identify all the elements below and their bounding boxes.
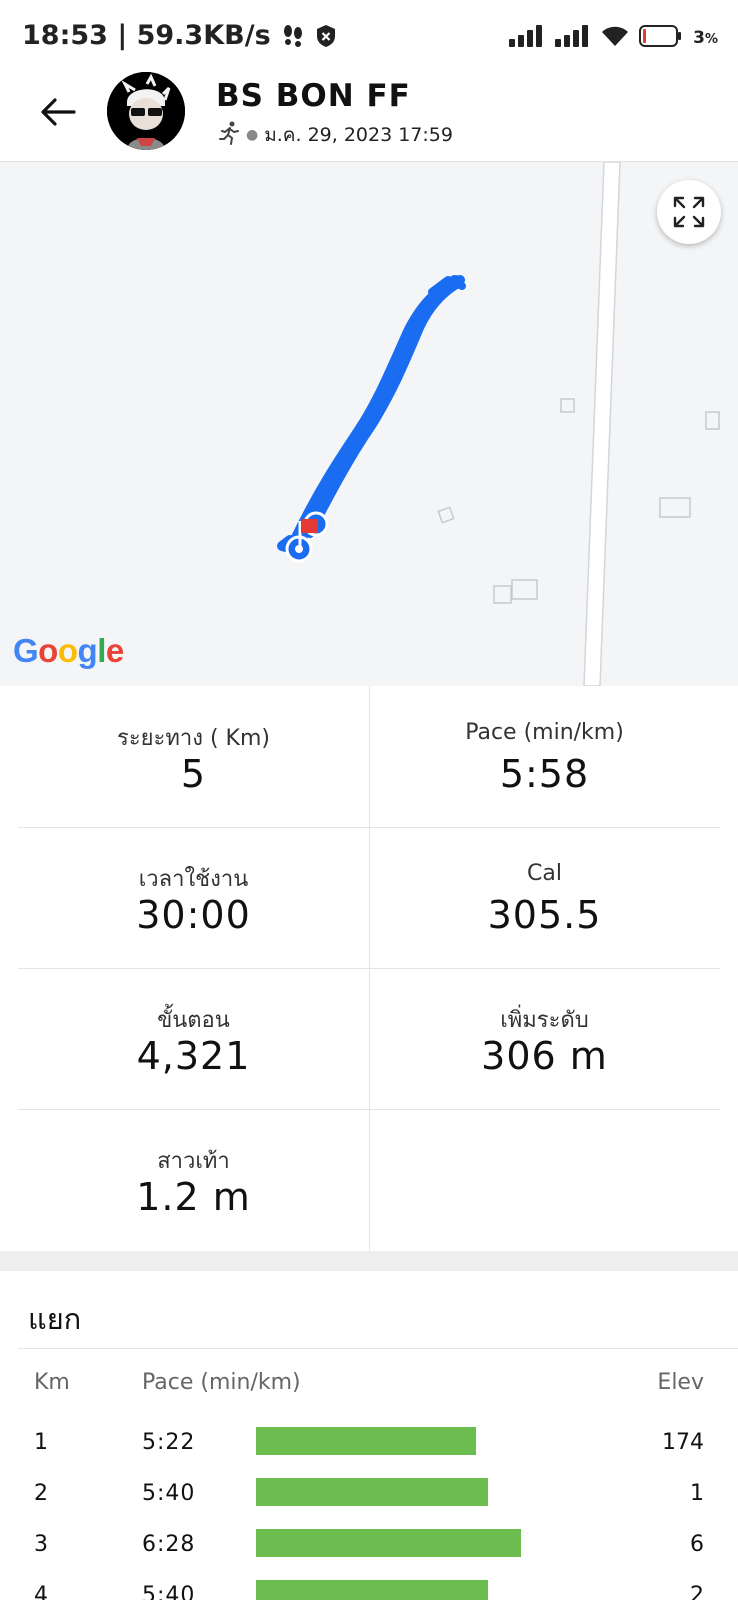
status-bar: 18:53 | 59.3KB/s 3% [0, 0, 738, 72]
fullscreen-button[interactable] [657, 180, 721, 244]
split-elev: 2 [690, 1583, 704, 1600]
google-logo: Google [13, 632, 124, 669]
splits-title: แยก [28, 1302, 82, 1336]
activity-header: BS BON FF ● ม.ค. 29, 2023 17:59 [0, 72, 738, 162]
splits-header-elev: Elev [657, 1370, 704, 1395]
map-road [583, 162, 621, 686]
stat-elevation-gain: เพิ่มระดับ 306 m [369, 968, 720, 1109]
stat-label: สาวเท้า [157, 1149, 230, 1174]
status-right: 3% [509, 24, 718, 52]
stat-distance: ระยะทาง ( Km) 5 [18, 686, 369, 827]
map-canvas [277, 162, 720, 686]
split-row: 3 6:28 6 [0, 1526, 738, 1566]
signal-icon [555, 25, 591, 51]
wifi-icon [601, 25, 629, 51]
split-elev: 1 [690, 1481, 704, 1506]
route-map[interactable]: Google [0, 162, 738, 686]
split-row: 4 5:40 2 [0, 1577, 738, 1600]
split-pace-bar [256, 1529, 521, 1557]
section-gap [0, 1251, 738, 1271]
stat-pace: Pace (min/km) 5:58 [369, 686, 720, 827]
split-pace: 6:28 [142, 1532, 196, 1557]
activity-subtitle: ● ม.ค. 29, 2023 17:59 [218, 120, 453, 150]
avatar[interactable] [107, 72, 185, 150]
flag-icon [301, 519, 318, 533]
stat-label: Cal [527, 861, 562, 886]
split-km: 4 [34, 1583, 48, 1600]
split-row: 1 5:22 174 [0, 1424, 738, 1464]
split-pace-bar [256, 1580, 488, 1600]
route-path [277, 275, 466, 553]
split-pace: 5:40 [142, 1583, 196, 1600]
back-button[interactable] [36, 90, 80, 134]
divider [18, 1348, 738, 1349]
battery-icon [639, 24, 683, 52]
status-left: 18:53 | 59.3KB/s [22, 20, 337, 51]
signal-icon [509, 25, 545, 51]
split-km: 2 [34, 1481, 48, 1506]
stat-label: ระยะทาง ( Km) [117, 726, 270, 751]
map-building [705, 411, 720, 430]
map-building [659, 497, 691, 518]
stat-label: ขั้นตอน [157, 1008, 230, 1033]
stat-label: เวลาใช้งาน [138, 867, 249, 892]
splits-header-km: Km [34, 1370, 70, 1395]
expand-icon [673, 196, 705, 228]
split-elev: 174 [662, 1430, 704, 1455]
stat-value: 1.2 m [136, 1175, 251, 1219]
stat-value: 4,321 [136, 1034, 251, 1078]
status-time-speed: 18:53 | 59.3KB/s [22, 20, 271, 51]
split-pace: 5:40 [142, 1481, 196, 1506]
split-km: 1 [34, 1430, 48, 1455]
battery-percent: 3% [693, 28, 718, 48]
split-row: 2 5:40 1 [0, 1475, 738, 1515]
separator-dot: ● [246, 127, 259, 143]
footprints-icon [281, 23, 305, 49]
running-icon [218, 121, 240, 150]
stat-label: Pace (min/km) [465, 720, 624, 745]
split-km: 3 [34, 1532, 48, 1557]
map-building [511, 579, 538, 600]
arrow-left-icon [41, 98, 76, 126]
stat-duration: เวลาใช้งาน 30:00 [18, 827, 369, 968]
stat-value: 305.5 [487, 893, 602, 937]
activity-date: ม.ค. 29, 2023 17:59 [264, 124, 453, 146]
split-pace-bar [256, 1478, 488, 1506]
stat-calories: Cal 305.5 [369, 827, 720, 968]
stat-steps: ขั้นตอน 4,321 [18, 968, 369, 1109]
stat-value: 5:58 [499, 752, 590, 796]
shield-icon [315, 24, 337, 48]
stat-value: 30:00 [136, 893, 251, 937]
stat-stride: สาวเท้า 1.2 m [18, 1109, 369, 1250]
map-building [560, 398, 575, 413]
map-building [493, 585, 512, 604]
stat-value: 306 m [481, 1034, 608, 1078]
split-elev: 6 [690, 1532, 704, 1557]
map-building [437, 506, 455, 524]
user-name: BS BON FF [216, 78, 411, 114]
stat-value: 5 [180, 752, 207, 796]
stat-label: เพิ่มระดับ [500, 1008, 589, 1033]
split-pace-bar [256, 1427, 476, 1455]
stats-grid: ระยะทาง ( Km) 5 Pace (min/km) 5:58 เวลาใ… [18, 686, 720, 1251]
splits-header-pace: Pace (min/km) [142, 1370, 301, 1395]
split-pace: 5:22 [142, 1430, 196, 1455]
